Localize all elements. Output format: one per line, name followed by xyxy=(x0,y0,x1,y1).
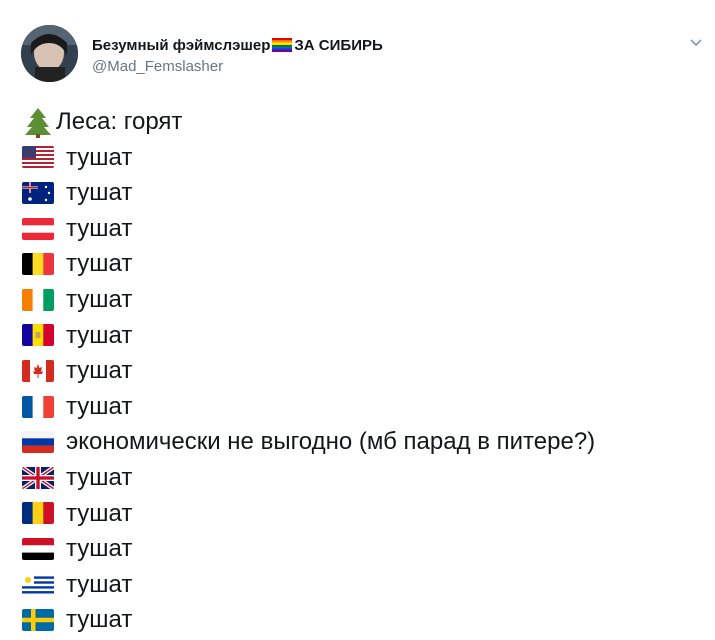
author-badge-text: ЗА СИБИРЬ xyxy=(294,36,383,54)
yemen-flag-icon xyxy=(22,537,54,560)
tweet-line: тушат xyxy=(22,389,595,425)
tweet-line-text: тушат xyxy=(66,214,133,242)
tweet-line: тушат xyxy=(22,567,595,603)
tweet-line: тушат xyxy=(22,531,595,567)
tweet-line: Леса: горят xyxy=(22,104,595,140)
belgium-flag-icon xyxy=(22,253,54,276)
rainbow-flag-icon xyxy=(272,38,293,52)
tweet-first-line: Леса: горят xyxy=(56,108,183,135)
tweet-header: Безумный фэймслэшер ЗА СИБИРЬ @Mad_Femsl… xyxy=(92,35,383,76)
tweet-line: экономически не выгодно (мб парад в пите… xyxy=(22,424,595,460)
tweet-line-text: тушат xyxy=(66,250,133,278)
tweet-line-text: тушат xyxy=(66,535,133,563)
tweet-line: тушат xyxy=(22,282,595,318)
tweet-line-text: тушат xyxy=(66,570,133,598)
tweet-line-text: тушат xyxy=(66,499,133,527)
tweet-line-text: тушат xyxy=(66,606,133,634)
tweet-line-text: тушат xyxy=(66,392,133,420)
austria-flag-icon xyxy=(22,217,54,240)
tweet-line: тушат xyxy=(22,140,595,176)
tweet-line: тушат xyxy=(22,460,595,496)
tweet-line-text: экономически не выгодно (мб парад в пите… xyxy=(66,428,596,456)
tweet-line: тушат xyxy=(22,246,595,282)
ivory-coast-flag-icon xyxy=(22,288,54,311)
sweden-flag-icon xyxy=(22,609,54,632)
avatar[interactable] xyxy=(21,25,78,82)
chevron-down-icon[interactable] xyxy=(688,34,704,50)
tweet-line: тушат xyxy=(22,602,595,638)
author-name-row[interactable]: Безумный фэймслэшер ЗА СИБИРЬ xyxy=(92,35,383,55)
tweet-line: тушат xyxy=(22,211,595,247)
tweet-line: тушат xyxy=(22,496,595,532)
tweet: Безумный фэймслэшер ЗА СИБИРЬ @Mad_Femsl… xyxy=(0,0,715,640)
author-handle[interactable]: @Mad_Femslasher xyxy=(92,58,383,75)
us-flag-icon xyxy=(22,146,54,169)
tweet-line-text: тушат xyxy=(66,463,133,491)
uruguay-flag-icon xyxy=(22,573,54,596)
france-flag-icon xyxy=(22,395,54,418)
evergreen-tree-icon xyxy=(22,106,54,138)
tweet-line: тушат xyxy=(22,175,595,211)
tweet-line-text: тушат xyxy=(66,143,133,171)
tweet-text: Леса: горят тушат тушат тушат тушат туша… xyxy=(22,104,595,638)
tweet-line-text: тушат xyxy=(66,357,133,385)
tweet-line-text: тушат xyxy=(66,321,133,349)
tweet-line: тушат xyxy=(22,318,595,354)
tweet-line-text: тушат xyxy=(66,285,133,313)
canada-flag-icon xyxy=(22,359,54,382)
tweet-line: тушат xyxy=(22,353,595,389)
andorra-flag-icon xyxy=(22,324,54,347)
author-name[interactable]: Безумный фэймслэшер xyxy=(92,37,270,54)
australia-flag-icon xyxy=(22,181,54,204)
russia-flag-icon xyxy=(22,431,54,454)
uk-flag-icon xyxy=(22,466,54,489)
romania-flag-icon xyxy=(22,502,54,525)
tweet-line-text: тушат xyxy=(66,179,133,207)
